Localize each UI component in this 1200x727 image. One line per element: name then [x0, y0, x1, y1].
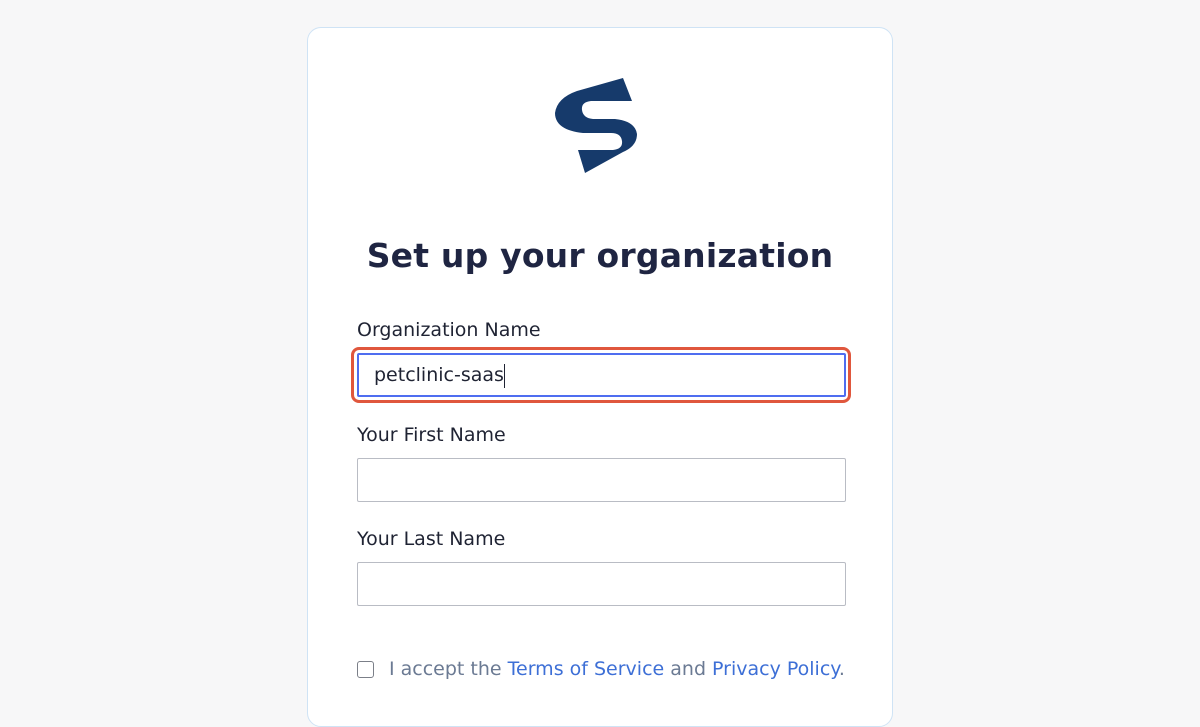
last-name-input[interactable] [357, 562, 846, 606]
terms-of-service-link[interactable]: Terms of Service [508, 658, 665, 680]
first-name-input[interactable] [357, 458, 846, 502]
organization-name-value: petclinic-saas [374, 364, 504, 386]
organization-name-label: Organization Name [357, 319, 541, 341]
terms-acceptance-row: I accept the Terms of Service and Privac… [357, 658, 845, 680]
page-title: Set up your organization [366, 236, 834, 275]
text-caret [503, 363, 505, 388]
privacy-policy-link[interactable]: Privacy Policy [712, 658, 839, 680]
terms-suffix: . [838, 658, 845, 680]
organization-name-input[interactable]: petclinic-saas [357, 353, 846, 397]
brand-s-logo-icon [555, 78, 637, 173]
setup-card: Set up your organization Organization Na… [307, 27, 893, 727]
terms-text: I accept the Terms of Service and Privac… [389, 658, 845, 680]
terms-middle: and [664, 658, 713, 680]
last-name-label: Your Last Name [357, 528, 506, 550]
terms-prefix: I accept the [389, 658, 508, 680]
first-name-label: Your First Name [357, 424, 506, 446]
accept-terms-checkbox[interactable] [357, 660, 374, 678]
